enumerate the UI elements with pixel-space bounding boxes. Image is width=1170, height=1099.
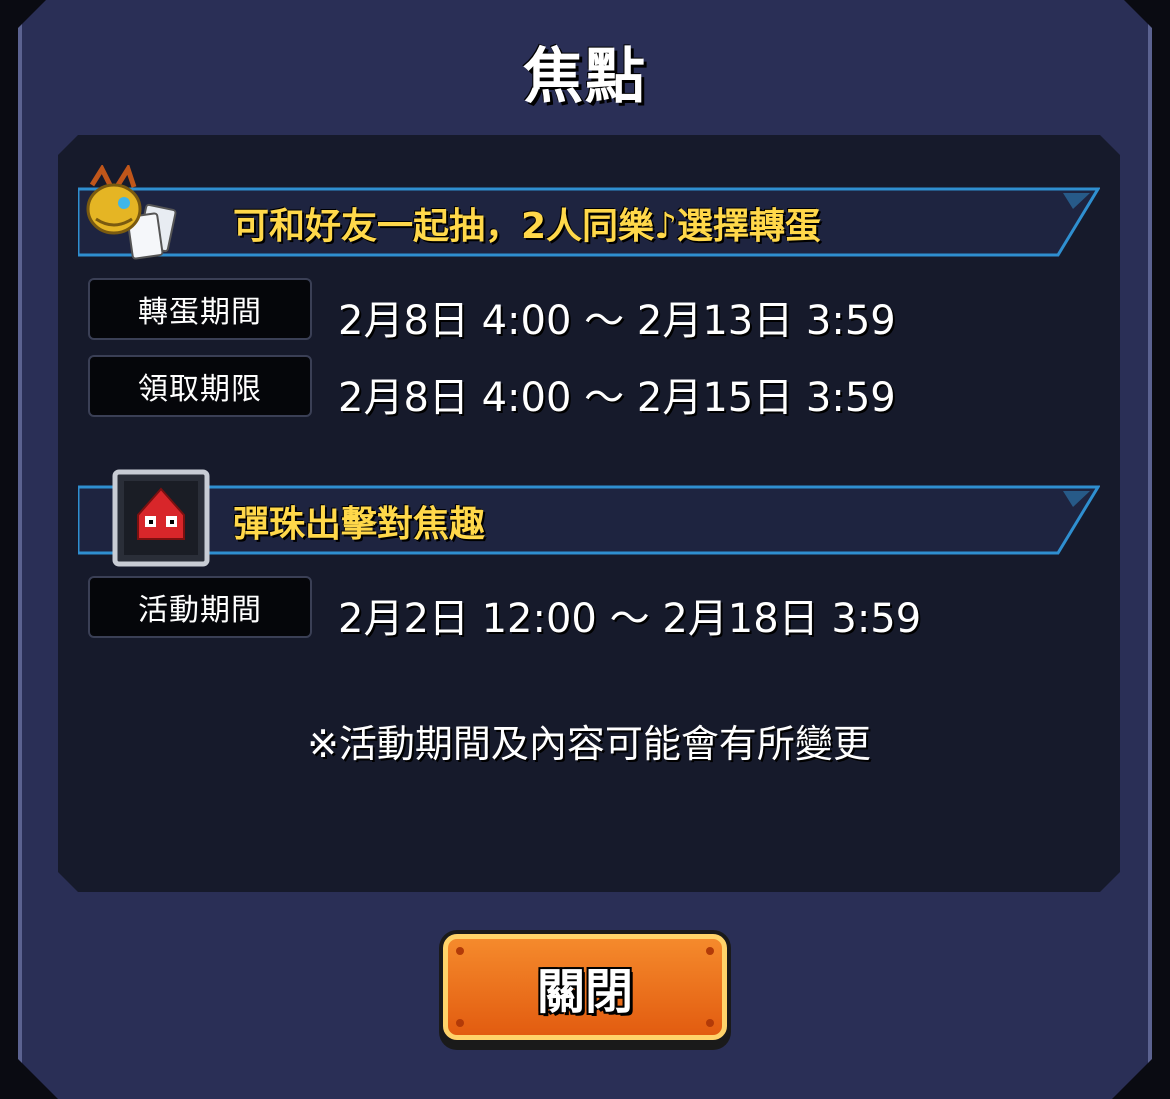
gacha-period-value: 2月8日 4:00 ～ 2月13日 3:59: [338, 298, 896, 344]
red-monster-stage-icon: [112, 469, 210, 567]
button-rivet: [456, 1019, 464, 1027]
button-rivet: [456, 947, 464, 955]
claim-deadline-label: 領取期限: [88, 355, 312, 417]
change-notice: ※活動期間及內容可能會有所變更: [307, 722, 871, 766]
button-rivet: [706, 1019, 714, 1027]
event-panel: 可和好友一起抽，2人同樂♪選擇轉蛋 轉蛋期間 2月8日 4:00 ～ 2月13日…: [58, 135, 1120, 892]
close-button[interactable]: 關閉: [443, 934, 727, 1040]
frame-corner-bottom-left: [18, 1059, 58, 1099]
dragon-gacha-icon: [84, 165, 196, 275]
event-banner-gacha: 可和好友一起抽，2人同樂♪選擇轉蛋: [78, 187, 1100, 257]
frame-corner-bottom-right: [1112, 1059, 1152, 1099]
event-period-label: 活動期間: [88, 576, 312, 638]
gacha-period-label: 轉蛋期間: [88, 278, 312, 340]
dialog-title: 焦點: [523, 42, 647, 112]
event-title: 可和好友一起抽，2人同樂♪選擇轉蛋: [233, 206, 822, 247]
close-button-label: 關閉: [536, 964, 633, 1020]
event-banner-stage: 彈珠出擊對焦趣: [78, 485, 1100, 555]
button-rivet: [706, 947, 714, 955]
event-period-value: 2月2日 12:00 ～ 2月18日 3:59: [338, 596, 922, 642]
banner-frame: [78, 485, 1100, 555]
claim-deadline-value: 2月8日 4:00 ～ 2月15日 3:59: [338, 375, 896, 421]
event-title: 彈珠出擊對焦趣: [233, 504, 486, 545]
